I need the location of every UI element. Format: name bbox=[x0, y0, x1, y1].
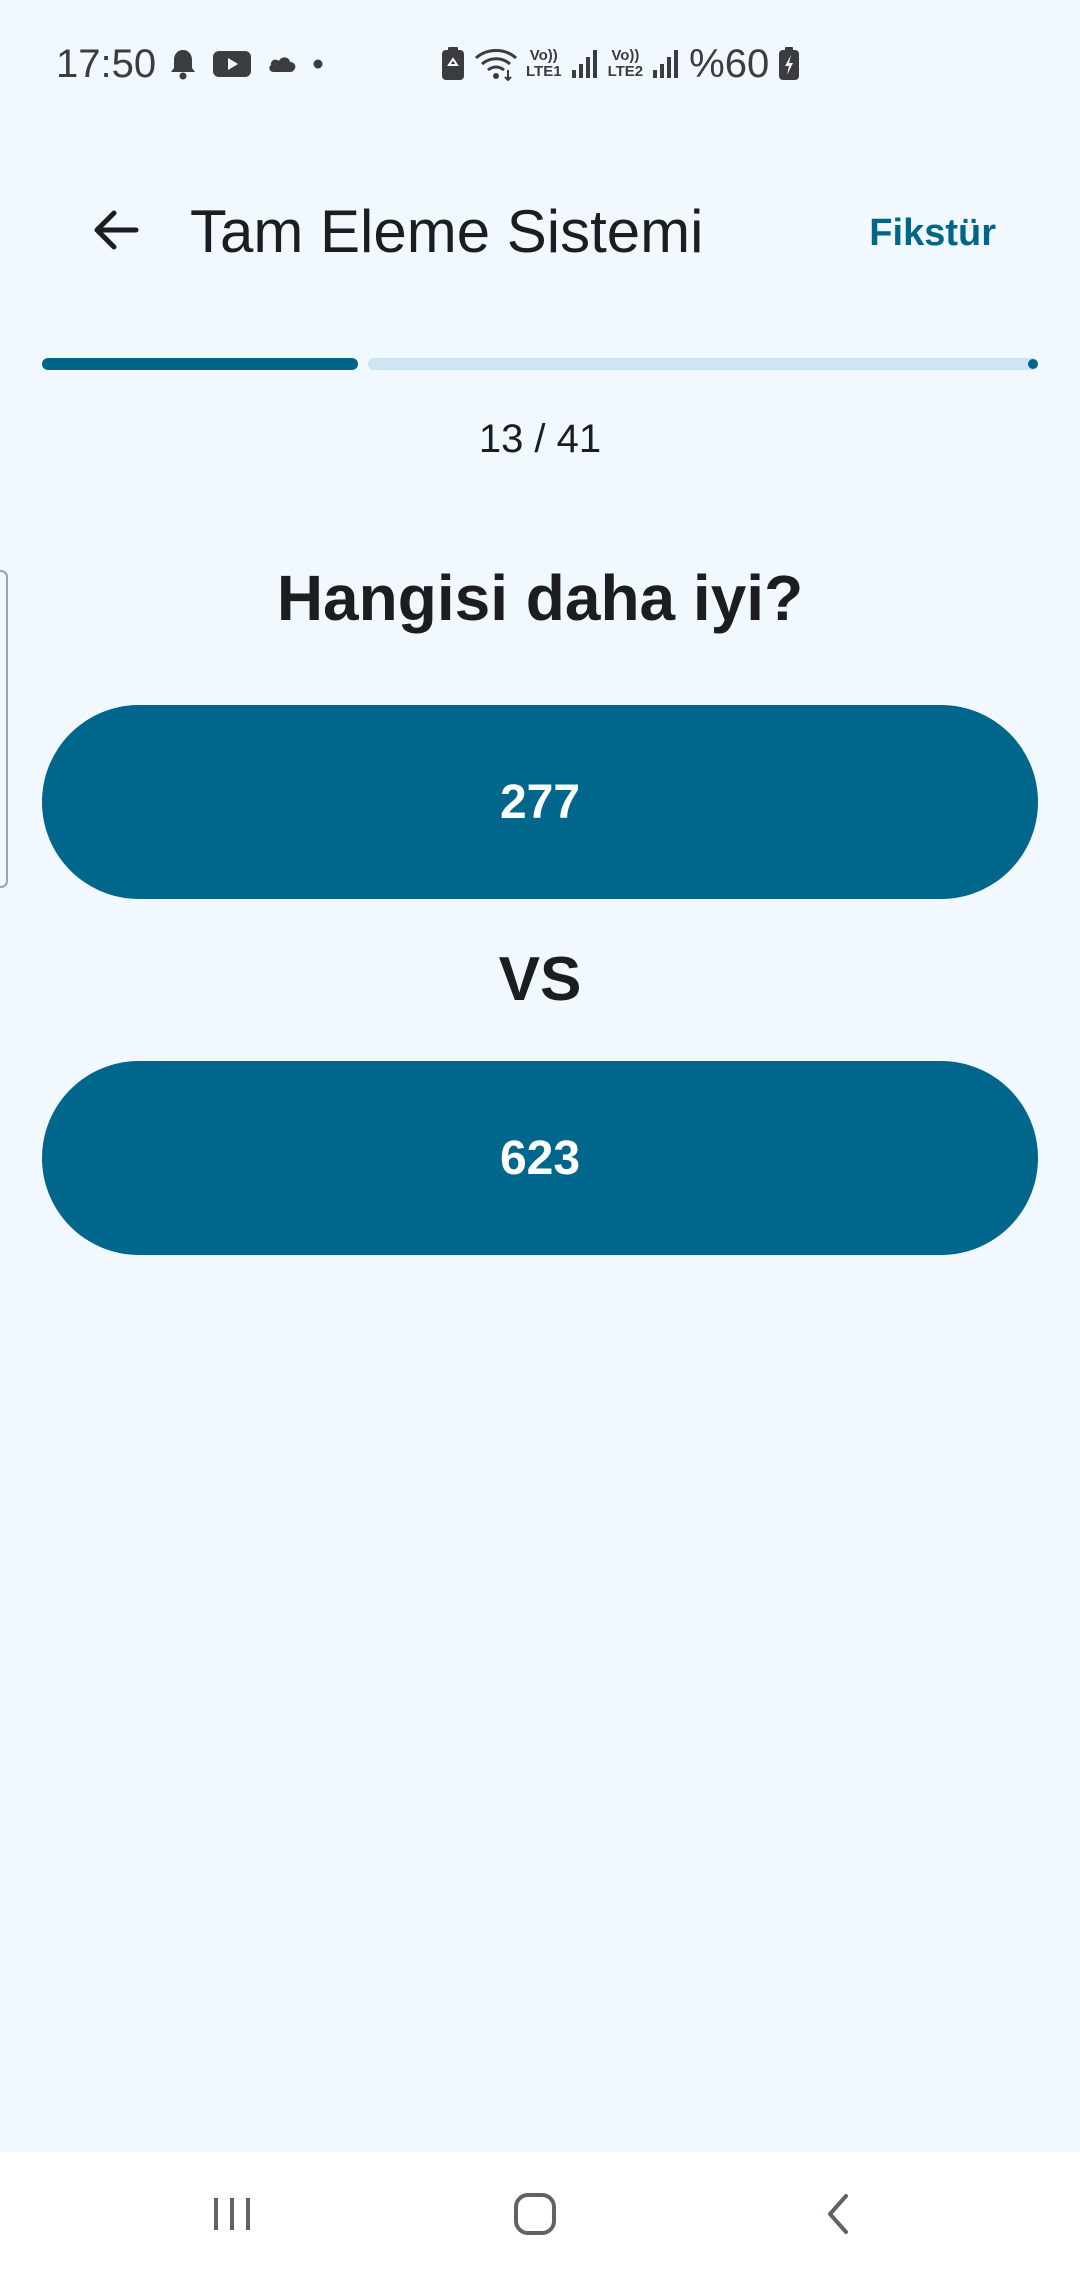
dot-icon bbox=[312, 58, 324, 70]
battery-saver-icon bbox=[440, 46, 466, 82]
signal-icon bbox=[651, 48, 681, 80]
page-title: Tam Eleme Sistemi bbox=[190, 198, 704, 265]
choice-label: 277 bbox=[499, 775, 581, 829]
app-bar: Tam Eleme Sistemi Fikstür bbox=[0, 180, 1080, 284]
lte1-text: LTE1 bbox=[526, 63, 562, 80]
battery-charging-icon bbox=[777, 46, 801, 82]
progress-track bbox=[368, 358, 1038, 370]
progress-fill bbox=[42, 358, 358, 370]
lte2-indicator: Vo)) LTE2 bbox=[608, 48, 644, 80]
progress-end-dot bbox=[1028, 359, 1038, 369]
question-title: Hangisi daha iyi? bbox=[276, 562, 804, 634]
arrow-left-icon bbox=[92, 208, 140, 257]
signal-icon bbox=[570, 48, 600, 80]
recents-icon bbox=[210, 2194, 254, 2239]
lte2-text: LTE2 bbox=[607, 63, 644, 80]
cloud-icon bbox=[266, 52, 298, 76]
choice-button-first[interactable]: 277 bbox=[42, 705, 1038, 899]
status-time: 17:50 bbox=[56, 42, 157, 86]
battery-percent: %60 bbox=[689, 42, 770, 86]
lte1-indicator: Vo)) LTE1 bbox=[526, 48, 562, 80]
lte2-volte-text: Vo)) bbox=[611, 47, 640, 64]
bell-icon bbox=[168, 47, 198, 81]
status-bar: 17:50 Vo)) LTE1 Vo)) LTE2 %60 bbox=[0, 0, 1080, 130]
youtube-icon bbox=[212, 49, 252, 79]
home-icon bbox=[511, 2190, 559, 2243]
choice-label: 623 bbox=[499, 1131, 581, 1185]
lte1-volte-text: Vo)) bbox=[529, 47, 558, 64]
back-nav-button[interactable] bbox=[758, 2152, 918, 2280]
recents-button[interactable] bbox=[152, 2152, 312, 2280]
notification-icons bbox=[168, 46, 324, 82]
progress-bar bbox=[42, 358, 1038, 370]
fixture-button[interactable]: Fikstür bbox=[869, 208, 996, 258]
system-icons: Vo)) LTE1 Vo)) LTE2 %60 bbox=[440, 42, 801, 86]
back-icon bbox=[822, 2190, 854, 2243]
vs-label: VS bbox=[498, 945, 582, 1014]
wifi-icon bbox=[474, 46, 518, 82]
home-button[interactable] bbox=[455, 2152, 615, 2280]
system-nav-bar bbox=[0, 2152, 1080, 2280]
choice-button-second[interactable]: 623 bbox=[42, 1061, 1038, 1255]
back-button[interactable] bbox=[76, 200, 156, 264]
progress-counter: 13 / 41 bbox=[478, 417, 602, 461]
